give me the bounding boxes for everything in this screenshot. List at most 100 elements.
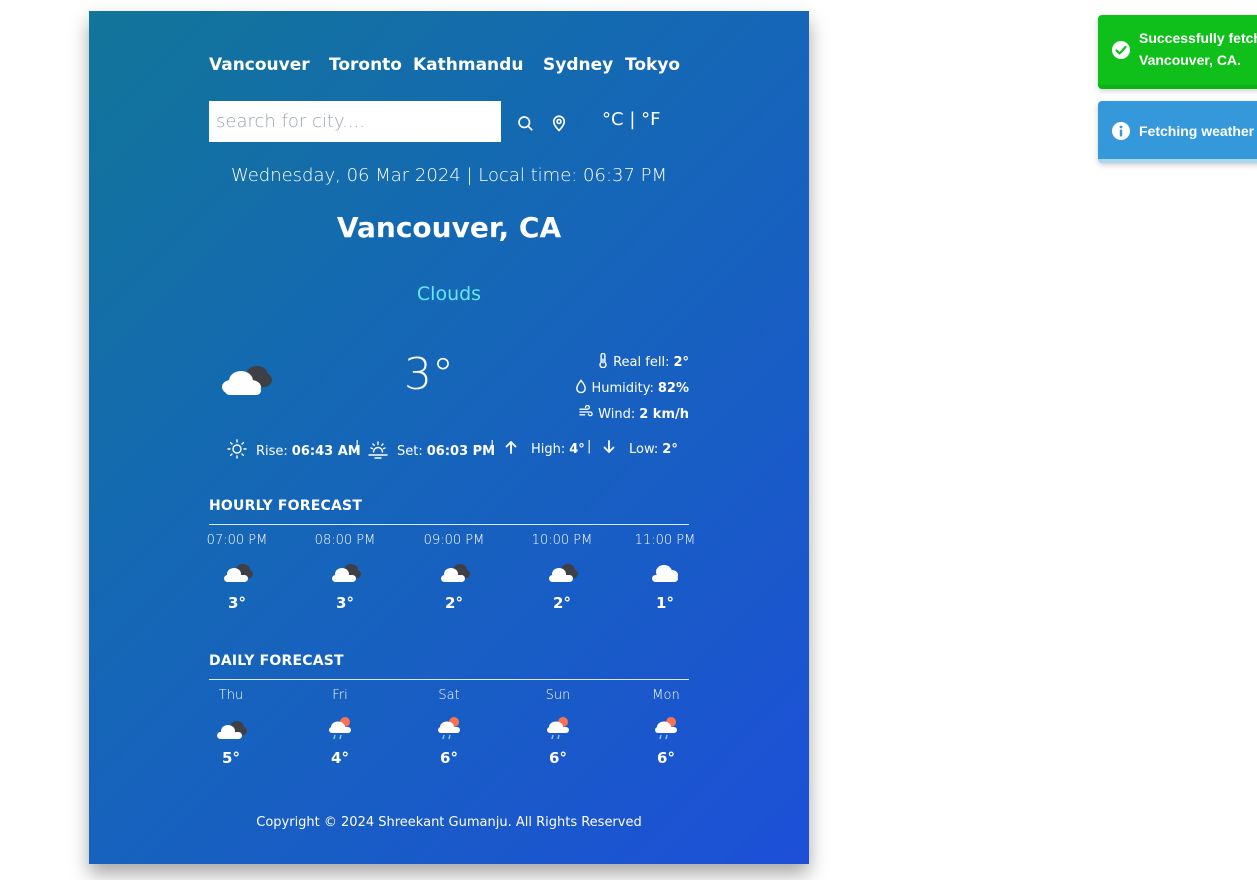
wind-label: Wind: — [598, 406, 636, 422]
check-circle-icon — [1112, 41, 1130, 59]
low-value: 2° — [662, 441, 678, 457]
cloudy-icon — [441, 564, 470, 582]
sunset-label: Set: — [397, 443, 423, 459]
forecast-item: Sun 6° — [523, 688, 593, 767]
rain-sun-icon — [438, 717, 460, 740]
city-link-toronto[interactable]: Toronto — [329, 55, 402, 75]
toast-message-line1: Successfully fetch — [1139, 30, 1257, 46]
forecast-temp: 2° — [445, 594, 463, 612]
weather-app: Vancouver Toronto Kathmandu Sydney Tokyo… — [89, 11, 809, 864]
real-feel-label: Real fell: — [613, 355, 670, 370]
forecast-temp: 3° — [336, 594, 354, 612]
sunrise-item: Rise: 06:43 AM — [227, 439, 361, 463]
forecast-day: Mon — [652, 688, 680, 703]
sunrise-label: Rise: — [256, 443, 288, 459]
cloudy-icon — [217, 721, 247, 739]
city-link-vancouver[interactable]: Vancouver — [209, 55, 310, 75]
info-toast[interactable]: Fetching weather — [1098, 101, 1257, 163]
forecast-item: Fri 4° — [305, 688, 375, 767]
sun-icon — [227, 439, 247, 463]
forecast-time: 09:00 PM — [423, 533, 485, 548]
sun-temp-row: Rise: 06:43 AM | Set: 06:03 PM | High: 4… — [209, 439, 689, 459]
city-link-sydney[interactable]: Sydney — [543, 55, 613, 75]
cloudy-icon — [549, 564, 578, 582]
wind-value: 2 km/h — [639, 406, 689, 422]
forecast-item: 09:00 PM 2° — [419, 533, 489, 612]
city-link-kathmandu[interactable]: Kathmandu — [413, 55, 523, 75]
cloudy-icon — [332, 564, 361, 582]
arrow-up-icon — [503, 439, 519, 459]
forecast-time: 11:00 PM — [634, 533, 696, 548]
separator: | — [355, 439, 360, 454]
city-nav: Vancouver Toronto Kathmandu Sydney Tokyo — [209, 55, 689, 77]
search-icon[interactable] — [514, 112, 536, 134]
success-toast[interactable]: Successfully fetch Vancouver, CA. — [1098, 15, 1257, 89]
info-icon — [1112, 122, 1130, 140]
city-link-tokyo[interactable]: Tokyo — [625, 55, 680, 75]
celsius-button[interactable]: °C — [602, 109, 624, 130]
real-feel-row: Real fell: 2° — [597, 352, 689, 372]
unit-separator: | — [629, 109, 636, 130]
search-input[interactable] — [209, 101, 501, 142]
low-label: Low: — [629, 441, 659, 457]
separator: | — [587, 439, 592, 454]
wind-icon — [579, 404, 594, 423]
forecast-temp: 5° — [222, 749, 240, 767]
forecast-temp: 6° — [657, 749, 675, 767]
forecast-item: 10:00 PM 2° — [527, 533, 597, 612]
sunset-item: Set: 06:03 PM — [368, 439, 495, 463]
unit-toggle: °C | °F — [602, 109, 660, 130]
location-pin-icon[interactable] — [548, 112, 570, 134]
thermometer-icon — [597, 352, 609, 372]
forecast-day: Fri — [332, 688, 348, 703]
local-datetime: Wednesday, 06 Mar 2024 | Local time: 06:… — [230, 165, 668, 186]
forecast-item: 08:00 PM 3° — [310, 533, 380, 612]
divider — [209, 524, 689, 525]
forecast-temp: 4° — [331, 749, 349, 767]
forecast-day: Thu — [218, 688, 244, 703]
high-label: High: — [531, 441, 566, 457]
humidity-value: 82% — [657, 381, 689, 396]
sunset-icon — [368, 439, 388, 463]
toast-message: Fetching weather — [1139, 123, 1255, 139]
forecast-temp: 6° — [440, 749, 458, 767]
forecast-temp: 1° — [656, 594, 674, 612]
weather-condition: Clouds — [416, 283, 482, 305]
forecast-time: 08:00 PM — [314, 533, 376, 548]
arrow-down-icon — [601, 439, 617, 459]
high-value: 4° — [569, 441, 585, 457]
hourly-forecast-title: HOURLY FORECAST — [209, 498, 363, 514]
forecast-time: 10:00 PM — [531, 533, 593, 548]
droplet-icon — [575, 379, 587, 398]
forecast-item: Sat 6° — [414, 688, 484, 767]
rain-sun-icon — [547, 717, 569, 740]
forecast-item: 11:00 PM 1° — [630, 533, 700, 612]
toast-message-line2: Vancouver, CA. — [1139, 52, 1241, 68]
wind-row: Wind: 2 km/h — [579, 404, 689, 423]
humidity-row: Humidity: 82% — [575, 379, 689, 398]
forecast-time: 07:00 PM — [206, 533, 268, 548]
cloudy-icon — [219, 359, 275, 399]
forecast-temp: 3° — [228, 594, 246, 612]
humidity-label: Humidity: — [591, 381, 654, 396]
high-temp-item: High: 4° — [503, 439, 585, 459]
rain-sun-icon — [655, 717, 677, 740]
forecast-item: Thu 5° — [196, 688, 266, 767]
sunrise-value: 06:43 AM — [291, 443, 361, 459]
forecast-day: Sat — [438, 688, 460, 703]
cloudy-icon — [224, 564, 253, 582]
forecast-day: Sun — [545, 688, 571, 703]
forecast-item: 07:00 PM 3° — [202, 533, 272, 612]
current-temperature: 3° — [404, 349, 454, 400]
location-title: Vancouver, CA — [336, 211, 562, 244]
fahrenheit-button[interactable]: °F — [641, 109, 660, 130]
separator: | — [490, 439, 495, 454]
cloud-icon — [652, 565, 678, 582]
forecast-temp: 6° — [549, 749, 567, 767]
low-temp-item: Low: 2° — [601, 439, 678, 459]
sunset-value: 06:03 PM — [426, 443, 496, 459]
rain-sun-icon — [329, 717, 351, 740]
forecast-temp: 2° — [553, 594, 571, 612]
forecast-item: Mon 6° — [631, 688, 701, 767]
real-feel-value: 2° — [673, 355, 689, 370]
